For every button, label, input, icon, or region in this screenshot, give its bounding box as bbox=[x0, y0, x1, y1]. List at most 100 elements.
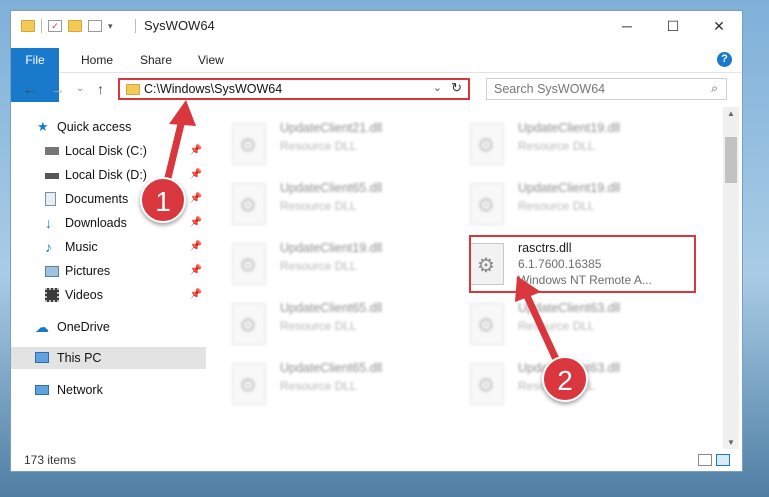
list-item[interactable]: UpdateClient21.dll Resource DLL bbox=[216, 117, 441, 171]
folder-icon bbox=[21, 20, 35, 32]
sidebar-item-label: OneDrive bbox=[57, 320, 110, 334]
tab-home[interactable]: Home bbox=[81, 48, 113, 72]
pin-icon[interactable]: 📌 bbox=[190, 140, 202, 162]
dll-file-icon bbox=[232, 183, 266, 225]
sidebar-item-local-disk-c[interactable]: Local Disk (C:) 📌 bbox=[11, 140, 206, 162]
sidebar-item-videos[interactable]: Videos 📌 bbox=[11, 284, 206, 306]
file-type: Resource DLL bbox=[518, 139, 595, 153]
chevron-down-icon[interactable]: ⌄ bbox=[433, 81, 442, 94]
sidebar-item-label: Local Disk (C:) bbox=[65, 144, 147, 158]
dll-file-icon bbox=[232, 123, 266, 165]
file-type: Resource DLL bbox=[280, 259, 357, 273]
close-button[interactable]: ✕ bbox=[696, 11, 742, 41]
cloud-icon: ☁ bbox=[35, 319, 49, 335]
tab-share[interactable]: Share bbox=[140, 48, 172, 72]
chevron-down-icon[interactable]: ▾ bbox=[108, 21, 113, 32]
pin-icon[interactable]: 📌 bbox=[190, 260, 202, 282]
divider bbox=[41, 19, 42, 33]
back-button[interactable]: ← bbox=[23, 81, 37, 97]
scroll-up-icon[interactable]: ▲ bbox=[727, 109, 735, 118]
list-item[interactable]: UpdateClient19.dll Resource DLL bbox=[454, 117, 679, 171]
window-controls: ─ ☐ ✕ bbox=[604, 11, 742, 41]
sidebar-item-pictures[interactable]: Pictures 📌 bbox=[11, 260, 206, 282]
file-name: UpdateClient19.dll bbox=[280, 241, 383, 255]
list-item[interactable]: UpdateClient19.dll Resource DLL bbox=[216, 237, 441, 291]
quick-access-toolbar: ✓ ▾ bbox=[21, 19, 113, 33]
pin-icon[interactable]: 📌 bbox=[190, 284, 202, 306]
file-name: UpdateClient19.dll bbox=[518, 121, 621, 135]
list-item[interactable]: UpdateClient19.dll Resource DLL bbox=[454, 177, 679, 231]
file-highlight-box bbox=[469, 235, 696, 293]
list-item[interactable]: UpdateClient65.dll Resource DLL bbox=[216, 357, 441, 411]
search-icon[interactable]: ⌕ bbox=[711, 81, 718, 96]
file-type: Resource DLL bbox=[280, 139, 357, 153]
forward-button[interactable]: → bbox=[51, 81, 65, 97]
sidebar-item-onedrive[interactable]: ☁ OneDrive bbox=[11, 316, 206, 338]
documents-icon bbox=[45, 192, 56, 206]
dll-file-icon bbox=[470, 363, 504, 405]
item-count: 173 items bbox=[24, 453, 77, 467]
properties-icon[interactable]: ✓ bbox=[48, 20, 62, 32]
vertical-scrollbar[interactable]: ▲ ▼ bbox=[723, 107, 739, 449]
videos-icon bbox=[45, 288, 59, 302]
dll-file-icon bbox=[232, 303, 266, 345]
list-item[interactable]: UpdateClient65.dll Resource DLL bbox=[216, 177, 441, 231]
address-path[interactable]: C:\Windows\SysWOW64 bbox=[144, 82, 282, 96]
search-input[interactable]: Search SysWOW64 ⌕ bbox=[486, 78, 727, 100]
sidebar-item-label: Music bbox=[65, 240, 98, 254]
dll-file-icon bbox=[470, 303, 504, 345]
list-item[interactable]: UpdateClient65.dll Resource DLL bbox=[216, 297, 441, 351]
monitor-icon bbox=[35, 352, 49, 363]
address-bar[interactable]: C:\Windows\SysWOW64 ⌄ ↻ bbox=[118, 78, 470, 100]
details-view-icon[interactable] bbox=[698, 454, 712, 466]
pin-icon[interactable]: 📌 bbox=[190, 164, 202, 186]
dll-file-icon bbox=[232, 243, 266, 285]
folder-icon bbox=[126, 84, 140, 95]
file-type: Resource DLL bbox=[280, 199, 357, 213]
pictures-icon bbox=[45, 266, 59, 277]
file-type: Resource DLL bbox=[280, 319, 357, 333]
sidebar-item-label: This PC bbox=[57, 351, 102, 365]
divider bbox=[135, 19, 136, 33]
pin-icon[interactable]: 📌 bbox=[190, 212, 202, 234]
explorer-window: ✓ ▾ SysWOW64 ─ ☐ ✕ File Home Share View … bbox=[10, 10, 743, 472]
refresh-icon[interactable]: ↻ bbox=[451, 80, 462, 96]
scrollbar-thumb[interactable] bbox=[725, 137, 737, 183]
file-type: Resource DLL bbox=[280, 379, 357, 393]
maximize-button[interactable]: ☐ bbox=[650, 11, 696, 41]
drive-icon bbox=[45, 173, 59, 179]
step-2-badge: 2 bbox=[542, 356, 588, 402]
sidebar-item-music[interactable]: ♪ Music 📌 bbox=[11, 236, 206, 258]
scroll-down-icon[interactable]: ▼ bbox=[727, 438, 735, 447]
title-bar: ✓ ▾ SysWOW64 ─ ☐ ✕ bbox=[11, 11, 742, 41]
sidebar-item-label: Local Disk (D:) bbox=[65, 168, 147, 182]
download-icon: ↓ bbox=[45, 215, 52, 231]
status-bar: 173 items bbox=[11, 449, 742, 471]
pin-icon[interactable]: 📌 bbox=[190, 188, 202, 210]
file-name: UpdateClient19.dll bbox=[518, 181, 621, 195]
recent-locations-button[interactable]: ⌄ bbox=[76, 83, 84, 94]
pin-icon[interactable]: 📌 bbox=[190, 236, 202, 258]
file-type: Resource DLL bbox=[518, 319, 595, 333]
view-switcher bbox=[698, 454, 730, 466]
help-icon[interactable]: ? bbox=[717, 52, 732, 67]
navigation-pane: ★ Quick access Local Disk (C:) 📌 Local D… bbox=[11, 111, 206, 411]
new-folder-icon[interactable] bbox=[68, 20, 82, 32]
file-name: UpdateClient65.dll bbox=[280, 181, 383, 195]
tab-view[interactable]: View bbox=[198, 48, 224, 72]
file-type: Resource DLL bbox=[518, 199, 595, 213]
sidebar-item-label: Quick access bbox=[57, 120, 132, 134]
sidebar-item-network[interactable]: Network bbox=[11, 379, 206, 401]
list-item[interactable]: UpdateClient63.dll Resource DLL bbox=[454, 297, 679, 351]
sidebar-item-label: Videos bbox=[65, 288, 103, 302]
up-button[interactable]: ↑ bbox=[97, 81, 104, 97]
sidebar-item-label: Downloads bbox=[65, 216, 127, 230]
sidebar-item-label: Documents bbox=[65, 192, 129, 206]
minimize-button[interactable]: ─ bbox=[604, 11, 650, 41]
sidebar-item-quick-access[interactable]: ★ Quick access bbox=[11, 116, 206, 138]
sidebar-item-this-pc[interactable]: This PC bbox=[11, 347, 206, 369]
customize-icon[interactable] bbox=[88, 20, 102, 32]
window-title: SysWOW64 bbox=[144, 18, 215, 33]
star-icon: ★ bbox=[37, 119, 49, 134]
large-icons-view-icon[interactable] bbox=[716, 454, 730, 466]
